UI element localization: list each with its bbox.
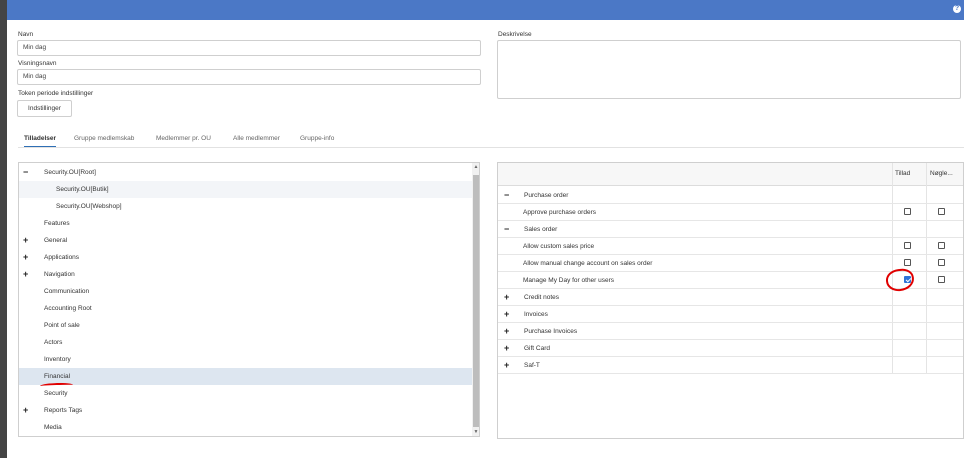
permission-group-row[interactable]: − Sales order (498, 221, 963, 238)
tree-item[interactable]: + Navigation (19, 266, 472, 283)
visningsnavn-input[interactable]: Min dag (17, 69, 481, 85)
tree-item-label: Security.OU[Root] (44, 169, 96, 176)
navn-label: Navn (18, 31, 34, 38)
tree-item[interactable]: Security.OU[Webshop] (19, 198, 472, 215)
permissions-header: Tillad Nøgle... (498, 163, 963, 186)
col-naegle-header[interactable]: Nøgle... (930, 170, 953, 177)
tree-item-label: Reports Tags (44, 407, 83, 414)
expand-icon[interactable]: + (23, 232, 28, 249)
scroll-down-arrow-icon[interactable]: ▼ (472, 428, 479, 436)
permissions-panel: Tillad Nøgle... − Purchase order Approve… (497, 162, 964, 439)
tree-item[interactable]: Security.OU[Butik] (19, 181, 472, 198)
naegle-checkbox[interactable] (938, 276, 945, 283)
permission-row: Approve purchase orders (498, 204, 963, 221)
tab-tilladelser[interactable]: Tilladelser (24, 132, 57, 148)
tree-item-label: Actors (44, 339, 63, 346)
tree-item[interactable]: Features (19, 215, 472, 232)
permission-label: Allow custom sales price (523, 243, 595, 250)
permission-group-row[interactable]: + Gift Card (498, 340, 963, 357)
scroll-up-arrow-icon[interactable]: ▲ (472, 163, 479, 171)
tree-item[interactable]: Actors (19, 334, 472, 351)
naegle-checkbox[interactable] (938, 208, 945, 215)
permission-group-row[interactable]: + Credit notes (498, 289, 963, 306)
tree-item[interactable]: Accounting Root (19, 300, 472, 317)
tree-item[interactable]: Point of sale (19, 317, 472, 334)
naegle-checkbox[interactable] (938, 242, 945, 249)
expand-icon[interactable]: + (504, 289, 509, 306)
tree-item-label: Inventory (44, 356, 71, 363)
expand-icon[interactable]: + (23, 402, 28, 419)
permission-group-row[interactable]: + Purchase Invoices (498, 323, 963, 340)
permission-group-label: Purchase order (524, 192, 569, 199)
tree-item[interactable]: Media (19, 419, 472, 436)
tree-item[interactable]: Communication (19, 283, 472, 300)
visningsnavn-label: Visningsnavn (18, 60, 57, 67)
permission-group-label: Sales order (524, 226, 558, 233)
permission-group-row[interactable]: + Saf-T (498, 357, 963, 374)
tree-item-label: Features (44, 220, 70, 227)
tree-item-selected[interactable]: Financial (19, 368, 472, 385)
expand-icon[interactable]: + (23, 266, 28, 283)
permission-label: Manage My Day for other users (523, 277, 615, 284)
tree-item-label: Point of sale (44, 322, 80, 329)
permission-group-label: Saf-T (524, 362, 540, 369)
expand-icon[interactable]: + (23, 249, 28, 266)
tree-item-label: Security.OU[Webshop] (56, 203, 122, 210)
permission-group-label: Invoices (524, 311, 548, 318)
permission-label: Allow manual change account on sales ord… (523, 260, 653, 267)
expand-icon[interactable]: + (504, 340, 509, 357)
tree-item[interactable]: + Applications (19, 249, 472, 266)
tree-panel: − Security.OU[Root] Security.OU[Butik] S… (18, 162, 480, 437)
col-tillad-header[interactable]: Tillad (895, 170, 910, 177)
naegle-checkbox[interactable] (938, 259, 945, 266)
indstillinger-button[interactable]: Indstillinger (17, 100, 72, 117)
permission-group-label: Purchase Invoices (524, 328, 578, 335)
permission-label: Approve purchase orders (523, 209, 596, 216)
navn-input[interactable]: Min dag (17, 40, 481, 56)
tree-item[interactable]: Security (19, 385, 472, 402)
expand-icon[interactable]: + (504, 323, 509, 340)
tree-item-label: Applications (44, 254, 80, 261)
tab-gruppe-info[interactable]: Gruppe-info (300, 132, 334, 148)
tab-medlemmer-pr-ou[interactable]: Medlemmer pr. OU (156, 132, 211, 148)
expand-icon[interactable]: + (504, 306, 509, 323)
permission-group-row[interactable]: + Invoices (498, 306, 963, 323)
tree-item[interactable]: + General (19, 232, 472, 249)
tree-item-label: Navigation (44, 271, 75, 278)
tab-alle-medlemmer[interactable]: Alle medlemmer (233, 132, 280, 148)
collapse-icon[interactable]: − (504, 221, 509, 238)
top-bar: ? (0, 0, 964, 20)
expand-icon[interactable]: + (504, 357, 509, 374)
tree-item[interactable]: Inventory (19, 351, 472, 368)
collapse-icon[interactable]: − (23, 164, 28, 181)
tillad-checkbox[interactable] (904, 259, 911, 266)
tillad-checkbox[interactable] (904, 242, 911, 249)
tree-scrollbar[interactable]: ▲ ▼ (472, 163, 479, 436)
tree-item-label: Media (44, 424, 62, 431)
permission-group-label: Credit notes (524, 294, 560, 301)
tree-item-label: General (44, 237, 68, 244)
beskrivelse-textarea[interactable] (497, 40, 961, 99)
token-label: Token periode indstillinger (18, 90, 94, 97)
tree-item-label: Security.OU[Butik] (56, 186, 109, 193)
left-edge-strip (0, 0, 7, 458)
help-icon[interactable]: ? (953, 5, 961, 13)
collapse-icon[interactable]: − (504, 187, 509, 204)
beskrivelse-label: Deskrivelse (498, 31, 532, 38)
permission-group-label: Gift Card (524, 345, 551, 352)
permission-row: Allow custom sales price (498, 238, 963, 255)
tree-item[interactable]: + Reports Tags (19, 402, 472, 419)
tillad-checkbox[interactable] (904, 208, 911, 215)
tree-item-label: Communication (44, 288, 90, 295)
tab-gruppe-medlemskab[interactable]: Gruppe medlemskab (74, 132, 134, 148)
tree-item[interactable]: − Security.OU[Root] (19, 164, 472, 181)
tab-underline (18, 147, 964, 148)
permission-group-row[interactable]: − Purchase order (498, 187, 963, 204)
scroll-thumb[interactable] (473, 175, 479, 427)
tree-item-label: Accounting Root (44, 305, 92, 312)
